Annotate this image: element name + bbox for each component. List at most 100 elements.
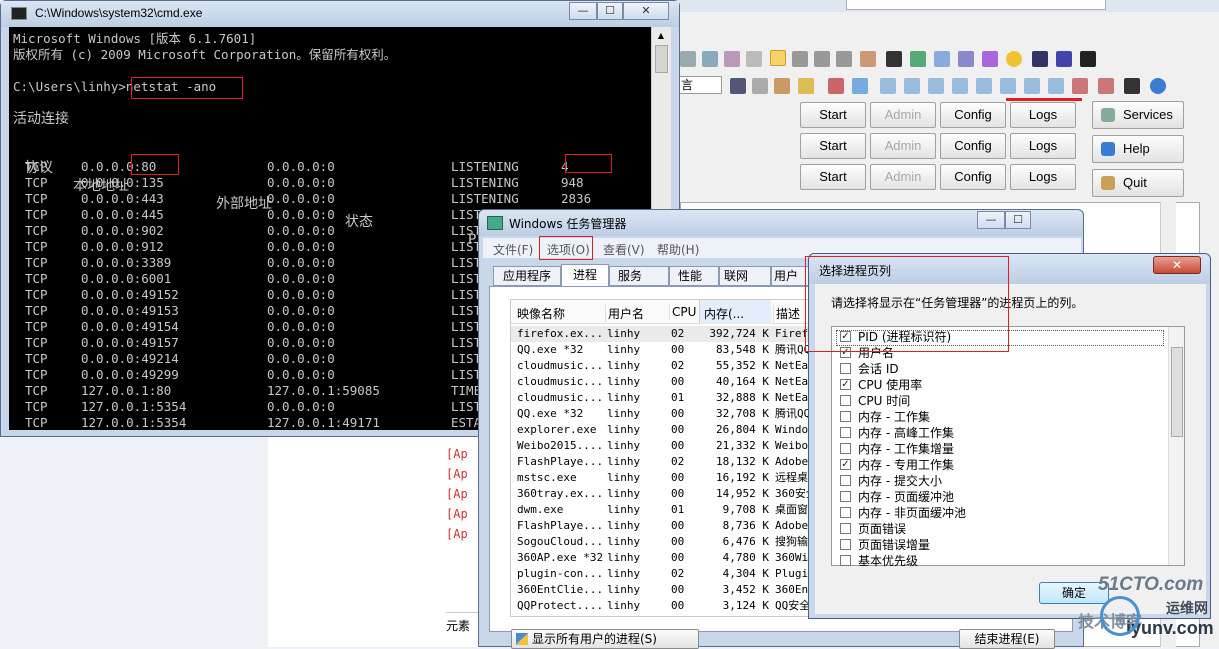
table-icon[interactable] [860,51,876,67]
save-icon[interactable] [730,78,746,94]
process-row[interactable]: SogouCloud... linhy 00 6,476 K 搜狗输 [511,534,811,550]
tab-services[interactable]: 服务 [609,266,669,286]
minimize-button[interactable]: — [977,211,1005,229]
bullet-list-icon[interactable] [746,51,762,67]
process-row[interactable]: plugin-con... linhy 02 4,304 K Plugin [511,566,811,582]
process-row[interactable]: QQ.exe *32 linhy 00 83,548 K 腾讯QQ [511,342,811,358]
tab-performance[interactable]: 性能 [669,266,719,286]
row-icon[interactable] [904,78,920,94]
link-icon[interactable] [680,51,696,67]
column-option[interactable]: 内存 - 页面缓冲池 [840,489,954,505]
print-icon[interactable] [828,78,844,94]
cmd-titlebar[interactable]: C:\Windows\system32\cmd.exe — ☐ ✕ [1,1,679,27]
column-option[interactable]: 页面错误 [840,521,906,537]
scroll-thumb[interactable] [655,45,668,73]
eraser-icon[interactable] [752,78,768,94]
help-icon[interactable] [1150,78,1166,94]
tab-processes[interactable]: 进程 [561,264,609,287]
checkbox-icon[interactable] [840,427,851,438]
justify-icon[interactable] [836,51,852,67]
anchor-icon[interactable] [1032,51,1048,67]
logs-button[interactable]: Logs [1010,133,1076,159]
end-process-button[interactable]: 结束进程(E) [959,629,1055,649]
quote-icon[interactable] [1080,51,1096,67]
column-option[interactable]: 页面错误增量 [840,537,930,553]
process-row[interactable]: cloudmusic... linhy 00 40,164 K NetEas [511,374,811,390]
row-icon[interactable] [880,78,896,94]
columns-listbox[interactable]: ✓ PID (进程标识符) ✓ 用户名 会话 ID ✓ CPU 使用率 CPU 时间 内存 - … [831,326,1185,569]
column-option[interactable]: 基本优先级 [840,553,918,569]
process-row[interactable]: Weibo2015.... linhy 00 21,332 K Weibo2 [511,438,811,454]
checkbox-icon[interactable] [840,411,851,422]
merge-icon[interactable] [1024,78,1040,94]
process-row[interactable]: 360EntClie... linhy 00 3,452 K 360Ent [511,582,811,598]
text-color-icon[interactable] [1098,78,1114,94]
checkbox-icon[interactable] [840,507,851,518]
admin-button[interactable]: Admin [870,164,936,190]
menu-file[interactable]: 文件(F) [493,241,533,258]
checkbox-checked-icon[interactable]: ✓ [840,379,851,390]
process-row[interactable]: mstsc.exe linhy 00 16,192 K 远程桌 [511,470,811,486]
checkbox-icon[interactable] [840,363,851,374]
column-icon[interactable] [976,78,992,94]
column-option[interactable]: 内存 - 工作集增量 [840,441,954,457]
listbox-scrollbar[interactable] [1168,327,1184,565]
config-button[interactable]: Config [940,102,1006,128]
column-option[interactable]: 会话 ID [840,361,899,377]
maximize-button[interactable]: ☐ [597,2,623,20]
emoji-icon[interactable] [1006,51,1022,67]
admin-button[interactable]: Admin [870,133,936,159]
special-char-icon[interactable] [1056,51,1072,67]
start-button[interactable]: Start [800,102,866,128]
menu-view[interactable]: 查看(V) [603,241,645,258]
process-row[interactable]: QQProtect.... linhy 00 3,124 K QQ安全 [511,598,811,614]
col-cpu[interactable]: CPU [669,305,696,319]
services-button[interactable]: Services [1092,101,1184,129]
start-button[interactable]: Start [800,164,866,190]
unlink-icon[interactable] [702,51,718,67]
split-icon[interactable] [1048,78,1064,94]
column-option[interactable]: 内存 - 提交大小 [840,473,942,489]
col-username[interactable]: 用户名 [605,305,644,322]
align-left-icon[interactable] [770,50,786,66]
image-icon[interactable] [910,51,926,67]
process-row[interactable]: explorer.exe linhy 00 26,804 K Window [511,422,811,438]
code-icon[interactable] [958,51,974,67]
help-button[interactable]: Help [1092,135,1184,163]
tm-titlebar[interactable]: Windows 任务管理器 — ☐ [479,210,1083,236]
checkbox-icon[interactable] [840,555,851,566]
col-memory[interactable]: 内存(... [699,300,771,324]
address-bar[interactable] [846,0,1106,10]
tab-applications[interactable]: 应用程序 [493,266,561,286]
minimize-button[interactable]: — [569,2,597,20]
scroll-up-icon[interactable]: ▲ [655,31,667,41]
process-row[interactable]: dwm.exe linhy 01 9,708 K 桌面窗 [511,502,811,518]
checkbox-icon[interactable] [840,523,851,534]
process-row[interactable]: 360AP.exe *32 linhy 00 4,780 K 360WiF [511,550,811,566]
config-button[interactable]: Config [940,164,1006,190]
process-row[interactable]: cloudmusic... linhy 02 55,352 K NetEas [511,358,811,374]
magic-icon[interactable] [798,78,814,94]
align-center-icon[interactable] [792,51,808,67]
row-icon[interactable] [928,78,944,94]
process-row[interactable]: FlashPlaye... linhy 02 18,132 K Adobe [511,454,811,470]
column-option[interactable]: 内存 - 工作集 [840,409,930,425]
checkbox-icon[interactable] [840,539,851,550]
menu-help[interactable]: 帮助(H) [657,241,699,258]
logs-button[interactable]: Logs [1010,102,1076,128]
maximize-button[interactable]: ☐ [1005,211,1031,229]
admin-button[interactable]: Admin [870,102,936,128]
process-row[interactable]: 360tray.ex...linhy 00 14,952 K 360安全 [511,486,811,502]
numbered-list-icon[interactable] [724,51,740,67]
process-row[interactable]: firefox.ex... linhy 02 392,724 K Firefo [511,326,811,342]
scroll-thumb[interactable] [1171,347,1183,437]
tab-networking[interactable]: 联网 [719,266,771,286]
grid-icon[interactable] [852,78,868,94]
process-row[interactable]: cloudmusic... linhy 01 32,888 K NetEas [511,390,811,406]
column-option[interactable]: 内存 - 非页面缓冲池 [840,505,966,521]
start-button[interactable]: Start [800,133,866,159]
column-option[interactable]: ✓ 内存 - 专用工作集 [840,457,954,473]
checkbox-icon[interactable] [840,443,851,454]
checkbox-icon[interactable] [840,395,851,406]
close-button[interactable]: ✕ [1153,256,1201,274]
